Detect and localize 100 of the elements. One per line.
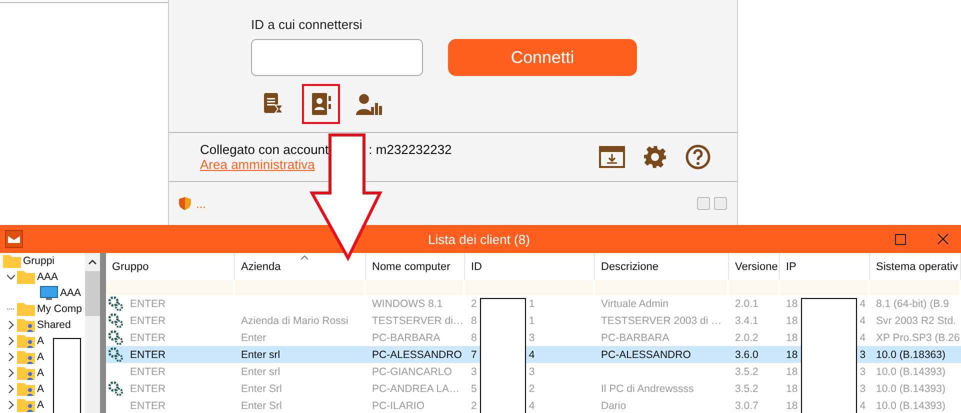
tree-item[interactable]: Shared — [37, 319, 71, 331]
table-cell: Azienda di Mario Rossi — [241, 314, 348, 326]
table-cell: PC-ANDREA LA… — [372, 382, 460, 394]
folder-icon — [17, 302, 35, 316]
table-cell: ENTER — [130, 382, 166, 394]
tree-item[interactable]: My Comp — [37, 303, 82, 315]
table-cell: 2 — [471, 400, 477, 412]
table-cell: 4 — [528, 348, 535, 360]
table-cell: 18 — [786, 298, 798, 310]
table-cell: 10.0 (B.14393) — [876, 366, 946, 378]
close-icon[interactable] — [937, 233, 949, 245]
table-cell: 4 — [860, 314, 866, 326]
table-cell: 1 — [528, 298, 535, 310]
tree-item[interactable]: Gruppi — [23, 255, 55, 267]
status-text: ... — [196, 196, 206, 210]
table-cell: PC-ALESSANDRO — [601, 348, 691, 360]
scroll-thumb[interactable] — [85, 271, 100, 316]
expand-caret-icon[interactable] — [7, 353, 15, 361]
shared-folder-icon — [17, 398, 35, 412]
table-cell: 5 — [471, 382, 477, 394]
settings-icon[interactable] — [643, 145, 667, 169]
table-cell: PC-BARBARA — [601, 332, 670, 344]
sort-caret-icon — [300, 255, 309, 260]
expand-caret-icon[interactable] — [7, 337, 15, 345]
expand-caret-icon[interactable] — [7, 369, 15, 377]
table-cell: Svr 2003 R2 Std. — [876, 314, 956, 326]
table-cell: ENTER — [130, 314, 166, 326]
table-cell: PC-GIANCARLO — [372, 366, 452, 378]
address-book-icon[interactable] — [302, 84, 340, 124]
table-cell: Enter srl — [241, 366, 280, 378]
expand-caret-icon[interactable] — [7, 385, 15, 393]
table-cell: 18 — [786, 366, 798, 378]
tree-item[interactable]: A — [37, 367, 44, 379]
table-cell: 10.0 (B.18363) — [876, 348, 946, 360]
id-label: ID a cui connettersi — [251, 17, 364, 34]
table-cell: ENTER — [130, 366, 166, 378]
table-cell: 18 — [786, 314, 798, 326]
table-cell: 3.0.7 — [735, 400, 758, 412]
table-cell: 18 — [786, 382, 798, 394]
shared-folder-icon — [17, 382, 35, 396]
window-download-icon[interactable] — [599, 146, 625, 168]
shared-folder-icon — [17, 318, 35, 332]
id-input-field[interactable] — [251, 39, 423, 76]
window-title: Lista dei client (8) — [427, 232, 531, 246]
table-cell: 4 — [860, 332, 866, 344]
table-cell: 8 — [471, 314, 477, 326]
table-cell: PC-BARBARA — [372, 332, 440, 344]
table-cell: 1 — [528, 314, 535, 326]
table-cell: 3 — [471, 366, 477, 378]
tree-item[interactable]: A — [37, 399, 44, 411]
table-cell: XP Pro.SP3 (B.26 — [876, 332, 960, 344]
shield-icon — [179, 197, 191, 210]
expand-caret-icon[interactable] — [7, 401, 15, 409]
tree-item[interactable]: A — [37, 383, 44, 395]
table-cell: Il PC di Andrewssss — [601, 382, 694, 394]
table-cell: 2.0.1 — [735, 298, 758, 310]
table-cell: Enter srl — [241, 348, 280, 360]
table-cell: 8 — [471, 332, 477, 344]
table-cell: 18 — [786, 400, 798, 412]
table-cell: 2 — [528, 382, 535, 394]
expand-caret-icon[interactable] — [7, 321, 15, 329]
folder-icon — [17, 270, 35, 284]
table-cell: 10.0 (B.14393) — [876, 382, 946, 394]
collapse-caret-icon[interactable] — [7, 273, 15, 281]
table-cell: 2 — [471, 298, 477, 310]
status-indicator — [714, 197, 727, 210]
table-cell: 7 — [471, 348, 477, 360]
help-icon[interactable] — [685, 144, 711, 170]
table-cell: 18 — [786, 332, 798, 344]
table-cell: TESTSERVER di… — [372, 314, 464, 326]
table-cell: 2.0.2 — [735, 332, 758, 344]
table-cell: 3 — [860, 348, 866, 360]
table-cell: 3.5.2 — [735, 382, 758, 394]
table-cell: 3.6.0 — [735, 348, 758, 360]
monitor-icon — [40, 286, 58, 300]
scroll-up-icon[interactable] — [88, 259, 97, 265]
tree-item[interactable]: A — [37, 351, 44, 363]
table-cell: 8.1 (64-bit) (B.9 — [876, 298, 949, 310]
table-cell: Enter Srl — [241, 400, 282, 412]
table-cell: 10.0 (B.14393) — [876, 400, 946, 412]
table-cell: 3 — [860, 366, 866, 378]
tree-item[interactable]: A — [37, 335, 44, 347]
table-cell: ENTER — [130, 400, 166, 412]
table-cell: 4 — [860, 298, 866, 310]
vertical-scrollbar[interactable] — [85, 253, 100, 413]
table-cell: WINDOWS 8.1 — [372, 298, 443, 310]
table-cell: 4 — [528, 400, 535, 412]
table-cell: 3 — [528, 366, 535, 378]
tree-item[interactable]: AAA — [37, 271, 58, 283]
tree-item[interactable]: AAA — [60, 287, 82, 299]
status-indicator — [697, 197, 710, 210]
table-cell: Enter Srl — [241, 382, 282, 394]
table-cell: 4 — [860, 400, 866, 412]
table-cell: Enter — [241, 332, 266, 344]
table-cell: 3 — [860, 382, 866, 394]
table-cell: ENTER — [130, 348, 166, 360]
maximize-icon[interactable] — [895, 234, 906, 244]
app-logo-icon — [5, 230, 23, 248]
table-cell: PC-ILARIO — [372, 400, 425, 412]
shared-folder-icon — [17, 366, 35, 380]
